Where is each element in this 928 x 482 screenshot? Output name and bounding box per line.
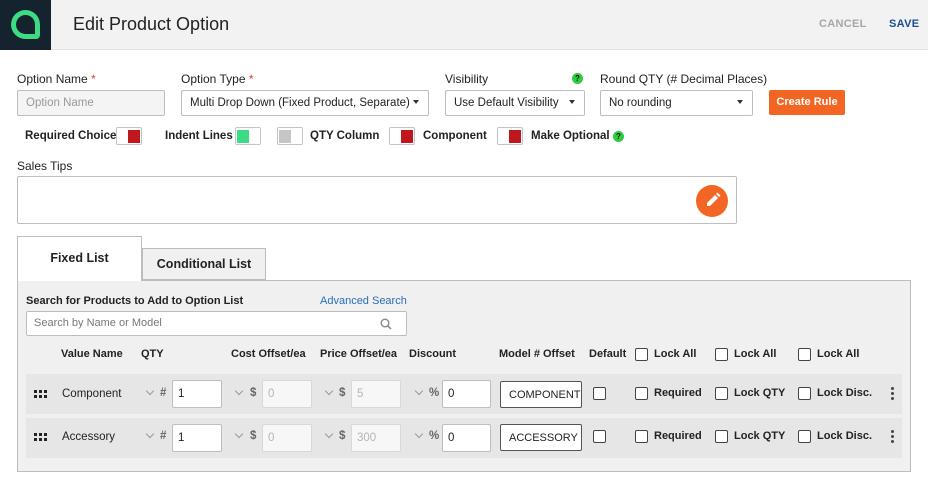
- dollar-symbol: $: [250, 430, 257, 442]
- cost-offset-input[interactable]: 0: [262, 380, 312, 408]
- required-choice-toggle[interactable]: [116, 127, 142, 145]
- page-title: Edit Product Option: [73, 14, 230, 34]
- component-toggle[interactable]: [389, 127, 415, 145]
- percent-symbol: %: [429, 430, 440, 442]
- col-default: Default: [589, 348, 627, 360]
- required-choice-label: Required Choice: [25, 130, 117, 142]
- dollar-symbol: $: [250, 387, 257, 399]
- option-type-select[interactable]: Multi Drop Down (Fixed Product, Separate…: [181, 90, 429, 116]
- hash-symbol: #: [160, 430, 167, 442]
- tab-fixed-list[interactable]: Fixed List: [17, 236, 142, 281]
- lock-all-disc-checkbox[interactable]: [798, 348, 811, 361]
- chevron-down-icon[interactable]: [145, 429, 155, 439]
- lock-qty-label: Lock QTY: [734, 387, 786, 399]
- visibility-label: Visibility: [445, 72, 489, 86]
- lock-all-qty-checkbox[interactable]: [715, 348, 728, 361]
- qty-column-label: QTY Column: [310, 130, 380, 142]
- round-qty-label: Round QTY (# Decimal Places): [600, 72, 768, 86]
- qty-input[interactable]: 1: [172, 424, 222, 452]
- chevron-down-icon[interactable]: [145, 386, 155, 396]
- col-discount: Discount: [409, 348, 457, 360]
- default-checkbox[interactable]: [593, 387, 606, 400]
- option-type-label: Option Type *: [181, 72, 254, 86]
- default-checkbox[interactable]: [593, 430, 606, 443]
- percent-symbol: %: [429, 387, 440, 399]
- col-qty: QTY: [141, 348, 164, 360]
- required-label: Required: [654, 430, 702, 442]
- table-row: Component # 1 $ 0 $ 5 % 0 COMPONENT Requ…: [26, 374, 902, 414]
- help-icon[interactable]: ?: [613, 131, 624, 142]
- value-name: Accessory: [62, 431, 116, 443]
- logo-icon[interactable]: [0, 0, 51, 50]
- dollar-symbol: $: [339, 387, 346, 399]
- discount-input[interactable]: 0: [442, 424, 491, 452]
- chevron-down-icon[interactable]: [234, 429, 244, 439]
- save-button[interactable]: SAVE: [889, 18, 919, 30]
- lock-disc-checkbox[interactable]: [798, 387, 811, 400]
- chevron-down-icon[interactable]: [324, 386, 334, 396]
- required-label: Required: [654, 387, 702, 399]
- required-checkbox[interactable]: [635, 387, 648, 400]
- hash-symbol: #: [160, 387, 167, 399]
- sales-tips-area[interactable]: [17, 176, 737, 224]
- model-offset-input[interactable]: ACCESSORY: [500, 424, 582, 451]
- cancel-button[interactable]: CANCEL: [819, 18, 867, 30]
- lock-all-label: Lock All: [817, 348, 860, 360]
- drag-handle-icon[interactable]: [34, 433, 48, 443]
- lock-disc-label: Lock Disc.: [817, 387, 873, 399]
- value-name: Component: [62, 388, 122, 400]
- advanced-search-link[interactable]: Advanced Search: [320, 295, 407, 307]
- make-optional-toggle[interactable]: [497, 127, 523, 145]
- model-offset-input[interactable]: COMPONENT: [500, 381, 582, 408]
- cost-offset-input[interactable]: 0: [262, 424, 312, 452]
- create-rule-button[interactable]: Create Rule: [769, 90, 845, 115]
- pencil-icon[interactable]: [696, 185, 728, 217]
- indent-lines-toggle[interactable]: [235, 127, 261, 145]
- col-price-offset: Price Offset/ea: [320, 348, 398, 360]
- chevron-down-icon: [737, 100, 743, 104]
- component-label: Component: [423, 130, 487, 142]
- col-cost-offset: Cost Offset/ea: [231, 348, 306, 360]
- col-model-offset: Model # Offset: [499, 348, 575, 360]
- table-row: Accessory # 1 $ 0 $ 300 % 0 ACCESSORY Re…: [26, 418, 902, 458]
- chevron-down-icon[interactable]: [414, 429, 424, 439]
- lock-qty-checkbox[interactable]: [715, 387, 728, 400]
- chevron-down-icon: [413, 100, 419, 104]
- sales-tips-label: Sales Tips: [17, 159, 73, 173]
- qty-input[interactable]: 1: [172, 380, 222, 408]
- indent-lines-label: Indent Lines: [165, 130, 233, 142]
- more-vertical-icon[interactable]: [891, 387, 894, 402]
- qty-column-toggle[interactable]: [277, 127, 303, 145]
- lock-all-label: Lock All: [654, 348, 697, 360]
- chevron-down-icon: [569, 100, 575, 104]
- tab-conditional-list[interactable]: Conditional List: [142, 248, 266, 280]
- more-vertical-icon[interactable]: [891, 430, 894, 445]
- lock-qty-label: Lock QTY: [734, 430, 786, 442]
- chevron-down-icon[interactable]: [414, 386, 424, 396]
- price-offset-input[interactable]: 300: [351, 424, 401, 452]
- round-qty-select[interactable]: No rounding: [600, 90, 753, 116]
- app-header: Edit Product Option CANCEL SAVE: [0, 0, 928, 50]
- lock-disc-label: Lock Disc.: [817, 430, 873, 442]
- discount-input[interactable]: 0: [442, 380, 491, 408]
- col-value-name: Value Name: [61, 348, 123, 360]
- lock-qty-checkbox[interactable]: [715, 430, 728, 443]
- option-name-input[interactable]: Option Name: [17, 90, 165, 116]
- dollar-symbol: $: [339, 430, 346, 442]
- chevron-down-icon[interactable]: [234, 386, 244, 396]
- help-icon[interactable]: ?: [572, 73, 583, 84]
- drag-handle-icon[interactable]: [34, 390, 48, 400]
- search-input[interactable]: Search by Name or Model: [26, 311, 407, 336]
- required-checkbox[interactable]: [635, 430, 648, 443]
- visibility-select[interactable]: Use Default Visibility: [445, 90, 585, 116]
- lock-disc-checkbox[interactable]: [798, 430, 811, 443]
- option-name-label: Option Name *: [17, 72, 96, 86]
- lock-all-label: Lock All: [734, 348, 777, 360]
- search-icon: [380, 318, 392, 330]
- lock-all-required-checkbox[interactable]: [635, 348, 648, 361]
- chevron-down-icon[interactable]: [324, 429, 334, 439]
- make-optional-label: Make Optional: [531, 130, 610, 142]
- search-label: Search for Products to Add to Option Lis…: [26, 295, 244, 307]
- price-offset-input[interactable]: 5: [351, 380, 401, 408]
